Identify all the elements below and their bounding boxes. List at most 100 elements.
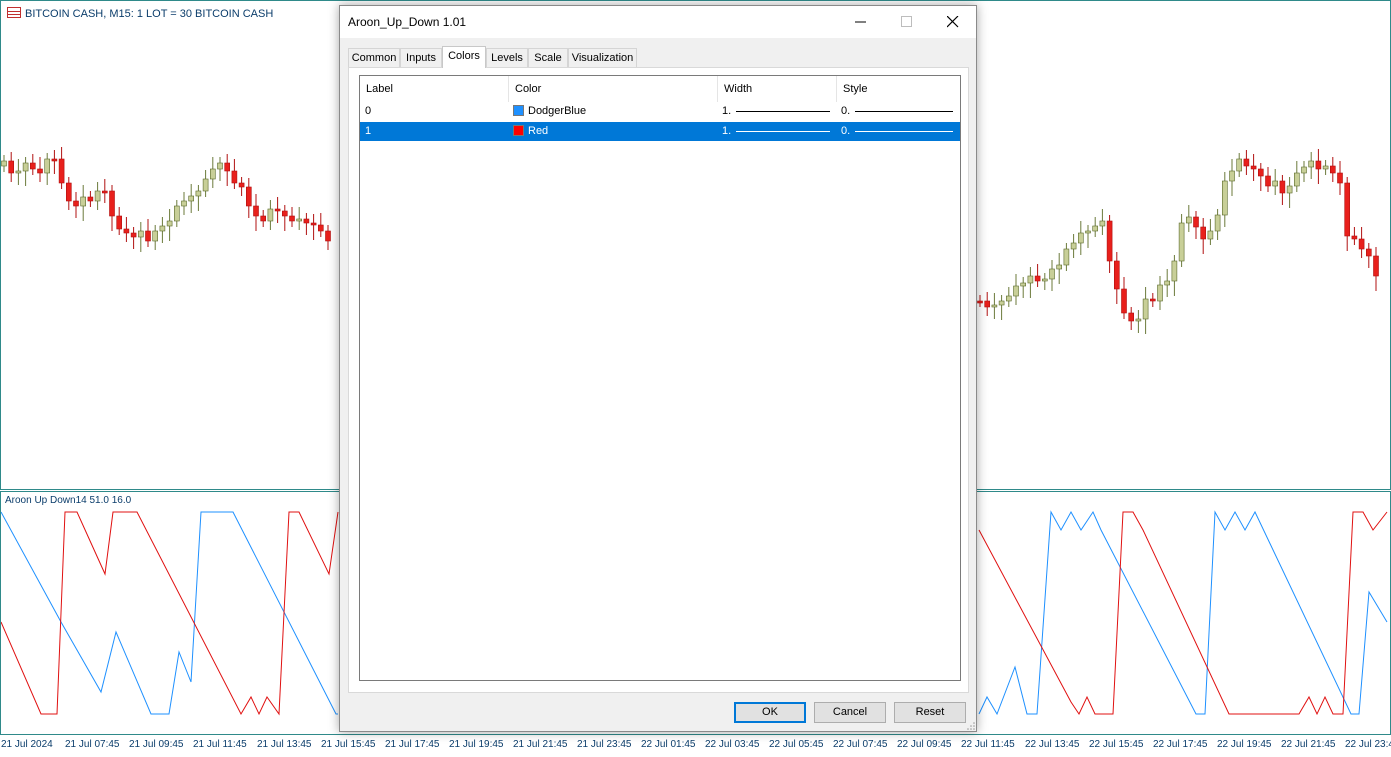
column-header-style[interactable]: Style	[837, 76, 960, 102]
cancel-button[interactable]: Cancel	[814, 702, 886, 723]
candle	[1272, 180, 1278, 187]
candle	[22, 162, 29, 172]
time-axis: 21 Jul 2024 21 Jul 07:45 21 Jul 09:45 21 Ju…	[0, 736, 1391, 757]
ok-button[interactable]: OK	[734, 702, 806, 723]
candle	[1150, 298, 1156, 302]
candle	[325, 230, 331, 242]
candle	[1128, 312, 1134, 322]
column-header-label[interactable]: Label	[360, 76, 509, 102]
close-button[interactable]	[930, 6, 976, 38]
row-color[interactable]: Red	[513, 122, 548, 141]
maximize-button[interactable]	[884, 6, 930, 38]
candle	[1020, 282, 1027, 287]
column-header-color[interactable]: Color	[509, 76, 718, 102]
candle	[1056, 264, 1062, 270]
candle	[1135, 318, 1142, 322]
candle	[152, 230, 158, 242]
candle	[310, 222, 317, 226]
candle	[1013, 285, 1019, 297]
row-width[interactable]: 1.	[722, 102, 832, 121]
candle	[998, 300, 1005, 306]
row-label: 0	[365, 105, 372, 117]
candle	[15, 170, 22, 174]
candle	[37, 168, 43, 174]
candle	[195, 190, 202, 197]
candle	[1286, 185, 1293, 194]
candle	[1099, 220, 1106, 227]
candle	[289, 215, 295, 222]
tab-common[interactable]: Common	[348, 48, 400, 67]
candle	[1236, 158, 1242, 172]
candle	[1078, 232, 1084, 244]
candle	[1301, 166, 1307, 174]
candle	[1092, 225, 1098, 232]
candle	[174, 205, 180, 222]
row-style[interactable]: 0.	[841, 122, 956, 141]
candle	[202, 178, 209, 192]
dialog-titlebar[interactable]: Aroon_Up_Down 1.01	[340, 6, 976, 38]
table-row[interactable]: 0 DodgerBlue 1. 0.	[360, 102, 960, 121]
tab-levels[interactable]: Levels	[486, 48, 528, 67]
candle	[130, 232, 137, 238]
candle	[102, 190, 108, 194]
row-width[interactable]: 1.	[722, 122, 832, 141]
candle	[303, 218, 310, 224]
candle	[317, 224, 324, 232]
candle	[217, 162, 223, 170]
time-axis-label: 22 Jul 05:45	[769, 739, 824, 750]
candle	[1222, 180, 1228, 216]
color-swatch	[513, 105, 524, 116]
row-style[interactable]: 0.	[841, 102, 956, 121]
style-value: 0.	[841, 105, 851, 117]
candle	[210, 168, 216, 180]
tab-scale[interactable]: Scale	[528, 48, 568, 67]
candle	[1114, 260, 1120, 290]
aroon-down-line	[1, 511, 339, 716]
candle	[1193, 216, 1199, 228]
candle	[1351, 235, 1358, 240]
resize-grip-icon[interactable]	[967, 722, 975, 730]
candle	[188, 195, 194, 202]
width-line-preview	[736, 131, 830, 132]
minimize-button[interactable]	[838, 6, 884, 38]
candle	[181, 200, 187, 207]
candle	[1250, 165, 1257, 170]
time-axis-label: 22 Jul 01:45	[641, 739, 696, 750]
candle	[1294, 172, 1300, 187]
reset-button[interactable]: Reset	[894, 702, 966, 723]
tab-colors[interactable]: Colors	[442, 46, 486, 68]
dialog-title: Aroon_Up_Down 1.01	[348, 15, 467, 29]
row-color[interactable]: DodgerBlue	[513, 102, 586, 121]
indicator-properties-dialog: Aroon_Up_Down 1.01 Common Inputs Colors …	[339, 5, 977, 732]
candle	[1049, 268, 1055, 280]
candle	[87, 196, 94, 202]
candle	[1229, 170, 1235, 182]
time-axis-label: 21 Jul 07:45	[65, 739, 120, 750]
column-header-width[interactable]: Width	[718, 76, 837, 102]
tab-visualization[interactable]: Visualization	[568, 48, 637, 67]
time-axis-label: 22 Jul 09:45	[897, 739, 952, 750]
table-row[interactable]: 1 Red 1. 0.	[360, 122, 960, 141]
time-axis-label: 21 Jul 23:45	[577, 739, 632, 750]
candle	[73, 200, 79, 207]
time-axis-label: 22 Jul 17:45	[1153, 739, 1208, 750]
time-axis-label: 21 Jul 15:45	[321, 739, 376, 750]
candle	[1243, 158, 1250, 167]
candle	[1034, 275, 1041, 282]
time-axis-label: 21 Jul 21:45	[513, 739, 568, 750]
candle	[231, 170, 238, 184]
candle	[1042, 278, 1048, 282]
style-value: 0.	[841, 125, 851, 137]
width-line-preview	[736, 111, 830, 112]
maximize-icon	[901, 16, 912, 27]
time-axis-label: 21 Jul 2024	[1, 739, 53, 750]
candle	[51, 158, 58, 162]
candle	[274, 208, 281, 212]
time-axis-label: 22 Jul 21:45	[1281, 739, 1336, 750]
candle	[80, 196, 86, 207]
width-value: 1.	[722, 105, 732, 117]
candle	[1, 160, 7, 167]
candle	[224, 162, 230, 172]
tab-inputs[interactable]: Inputs	[400, 48, 442, 67]
colors-grid: Label Color Width Style 0 DodgerBlue 1. …	[359, 75, 961, 681]
